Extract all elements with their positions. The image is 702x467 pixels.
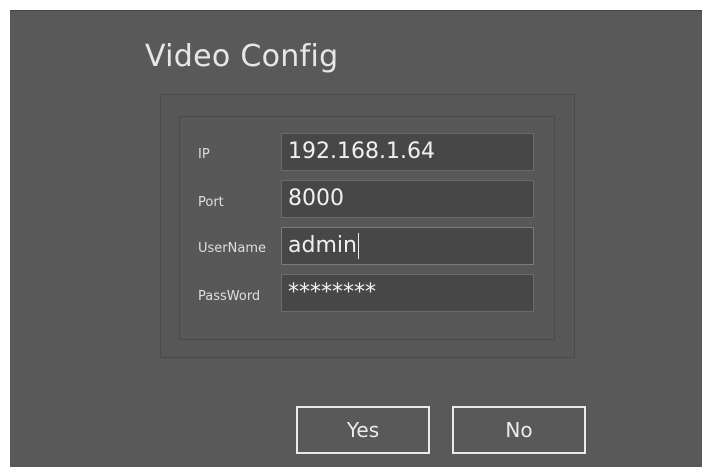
video-config-dialog: Video Config IP 192.168.1.64 Port 8000 U… <box>10 10 702 467</box>
username-input[interactable]: admin <box>281 227 534 265</box>
dialog-title: Video Config <box>145 39 339 74</box>
password-label: PassWord <box>198 289 261 304</box>
port-label: Port <box>198 195 224 210</box>
yes-button[interactable]: Yes <box>296 406 430 454</box>
password-input[interactable]: ******** <box>281 274 534 312</box>
ip-label: IP <box>198 147 210 162</box>
no-button[interactable]: No <box>452 406 586 454</box>
ip-input[interactable]: 192.168.1.64 <box>281 133 534 171</box>
text-caret <box>357 233 359 259</box>
username-value: admin <box>288 233 357 258</box>
port-input[interactable]: 8000 <box>281 180 534 218</box>
username-label: UserName <box>198 241 266 256</box>
